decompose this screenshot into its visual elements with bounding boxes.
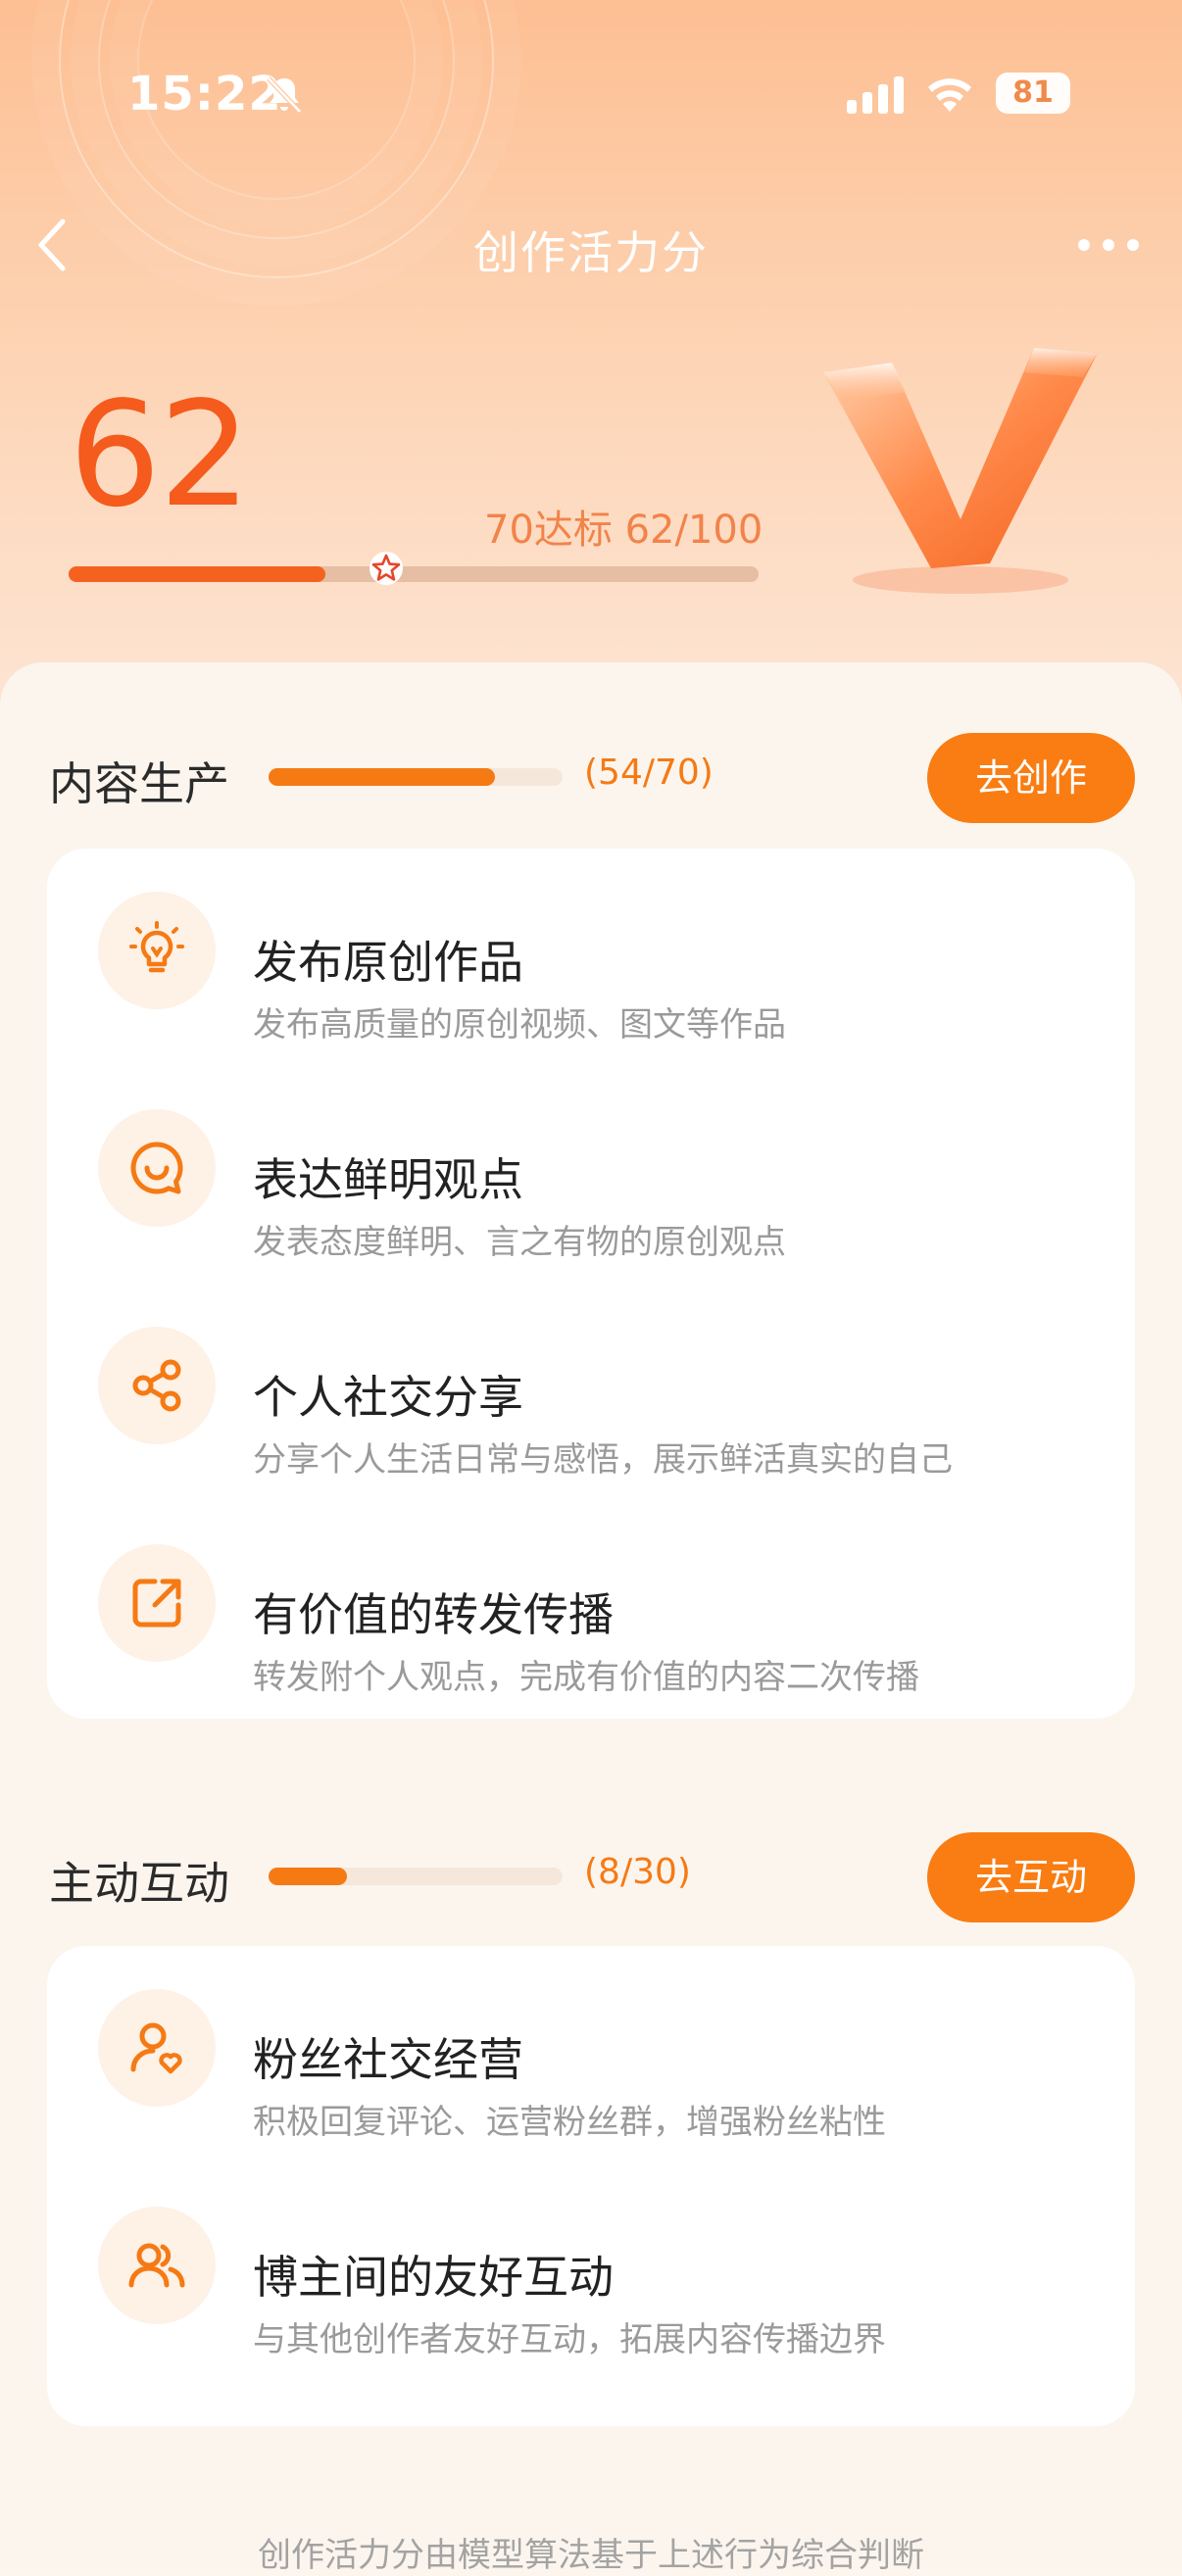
item-desc: 转发附个人观点，完成有价值的内容二次传播: [253, 1658, 919, 1697]
item-title: 有价值的转发传播: [253, 1588, 614, 1641]
forward-icon: [98, 1544, 216, 1662]
item-title: 博主间的友好互动: [253, 2251, 614, 2304]
score-value: 62: [69, 370, 251, 539]
section-title: 内容生产: [49, 757, 229, 810]
section-progress-bar: [269, 1868, 563, 1885]
item-desc: 与其他创作者友好互动，拓展内容传播边界: [253, 2320, 886, 2359]
status-bar: 15:22 81: [0, 59, 1182, 127]
section-title: 主动互动: [49, 1857, 229, 1910]
header-banner: 15:22 81 创作活力分 62 70达标 62/100: [0, 0, 1182, 745]
list-item[interactable]: 表达鲜明观点 发表态度鲜明、言之有物的原创观点: [47, 1066, 1135, 1262]
section-header-content: 内容生产 (54/70) 去创作: [0, 725, 1182, 823]
score-progress-bar: [69, 566, 759, 582]
more-dots-icon[interactable]: [1074, 225, 1143, 265]
share-icon: [98, 1327, 216, 1444]
star-icon: [369, 552, 403, 585]
item-desc: 积极回复评论、运营粉丝群，增强粉丝粘性: [253, 2103, 886, 2142]
users-icon: [98, 2207, 216, 2324]
v-badge-icon: [823, 348, 1098, 594]
list-item[interactable]: 粉丝社交经营 积极回复评论、运营粉丝群，增强粉丝粘性: [47, 1946, 1135, 2142]
score-progress-fill: [69, 566, 325, 582]
item-desc: 发布高质量的原创视频、图文等作品: [253, 1005, 786, 1045]
section-progress-fill: [269, 1868, 347, 1885]
item-title: 发布原创作品: [253, 936, 523, 989]
item-title: 个人社交分享: [253, 1371, 523, 1424]
wifi-icon: [928, 78, 971, 112]
go-create-button[interactable]: 去创作: [927, 733, 1135, 823]
item-desc: 分享个人生活日常与感悟，展示鲜活真实的自己: [253, 1440, 953, 1480]
status-time: 15:22: [127, 67, 282, 122]
content-card-full: 发布原创作品 发布高质量的原创视频、图文等作品 表达鲜明观点 发表态度鲜明、言之…: [47, 849, 1135, 1719]
battery-indicator: 81: [996, 73, 1070, 114]
list-item[interactable]: 有价值的转发传播 转发附个人观点，完成有价值的内容二次传播: [47, 1501, 1135, 1697]
item-desc: 发表态度鲜明、言之有物的原创观点: [253, 1223, 786, 1262]
section-count: (54/70): [584, 753, 714, 793]
section-progress-bar: [269, 768, 563, 786]
list-item[interactable]: 博主间的友好互动 与其他创作者友好互动，拓展内容传播边界: [47, 2163, 1135, 2359]
item-title: 表达鲜明观点: [253, 1153, 523, 1206]
bell-muted-icon: [267, 76, 302, 114]
section-header-interaction: 主动互动 (8/30) 去互动: [0, 1824, 1182, 1922]
lightbulb-icon: [98, 892, 216, 1009]
user-heart-icon: [98, 1989, 216, 2107]
signal-icon: [847, 76, 904, 114]
page-title: 创作活力分: [473, 226, 709, 279]
chat-smile-icon: [98, 1109, 216, 1227]
list-item[interactable]: 发布原创作品 发布高质量的原创视频、图文等作品: [47, 849, 1135, 1045]
section-count: (8/30): [584, 1852, 691, 1892]
list-item[interactable]: 个人社交分享 分享个人生活日常与感悟，展示鲜活真实的自己: [47, 1284, 1135, 1480]
go-interact-button[interactable]: 去互动: [927, 1832, 1135, 1922]
item-title: 粉丝社交经营: [253, 2033, 523, 2086]
score-target-label: 70达标 62/100: [484, 508, 763, 553]
interaction-card: 粉丝社交经营 积极回复评论、运营粉丝群，增强粉丝粘性 博主间的友好互动 与其他创…: [47, 1946, 1135, 2426]
section-progress-fill: [269, 768, 495, 786]
nav-bar: 创作活力分: [0, 206, 1182, 284]
